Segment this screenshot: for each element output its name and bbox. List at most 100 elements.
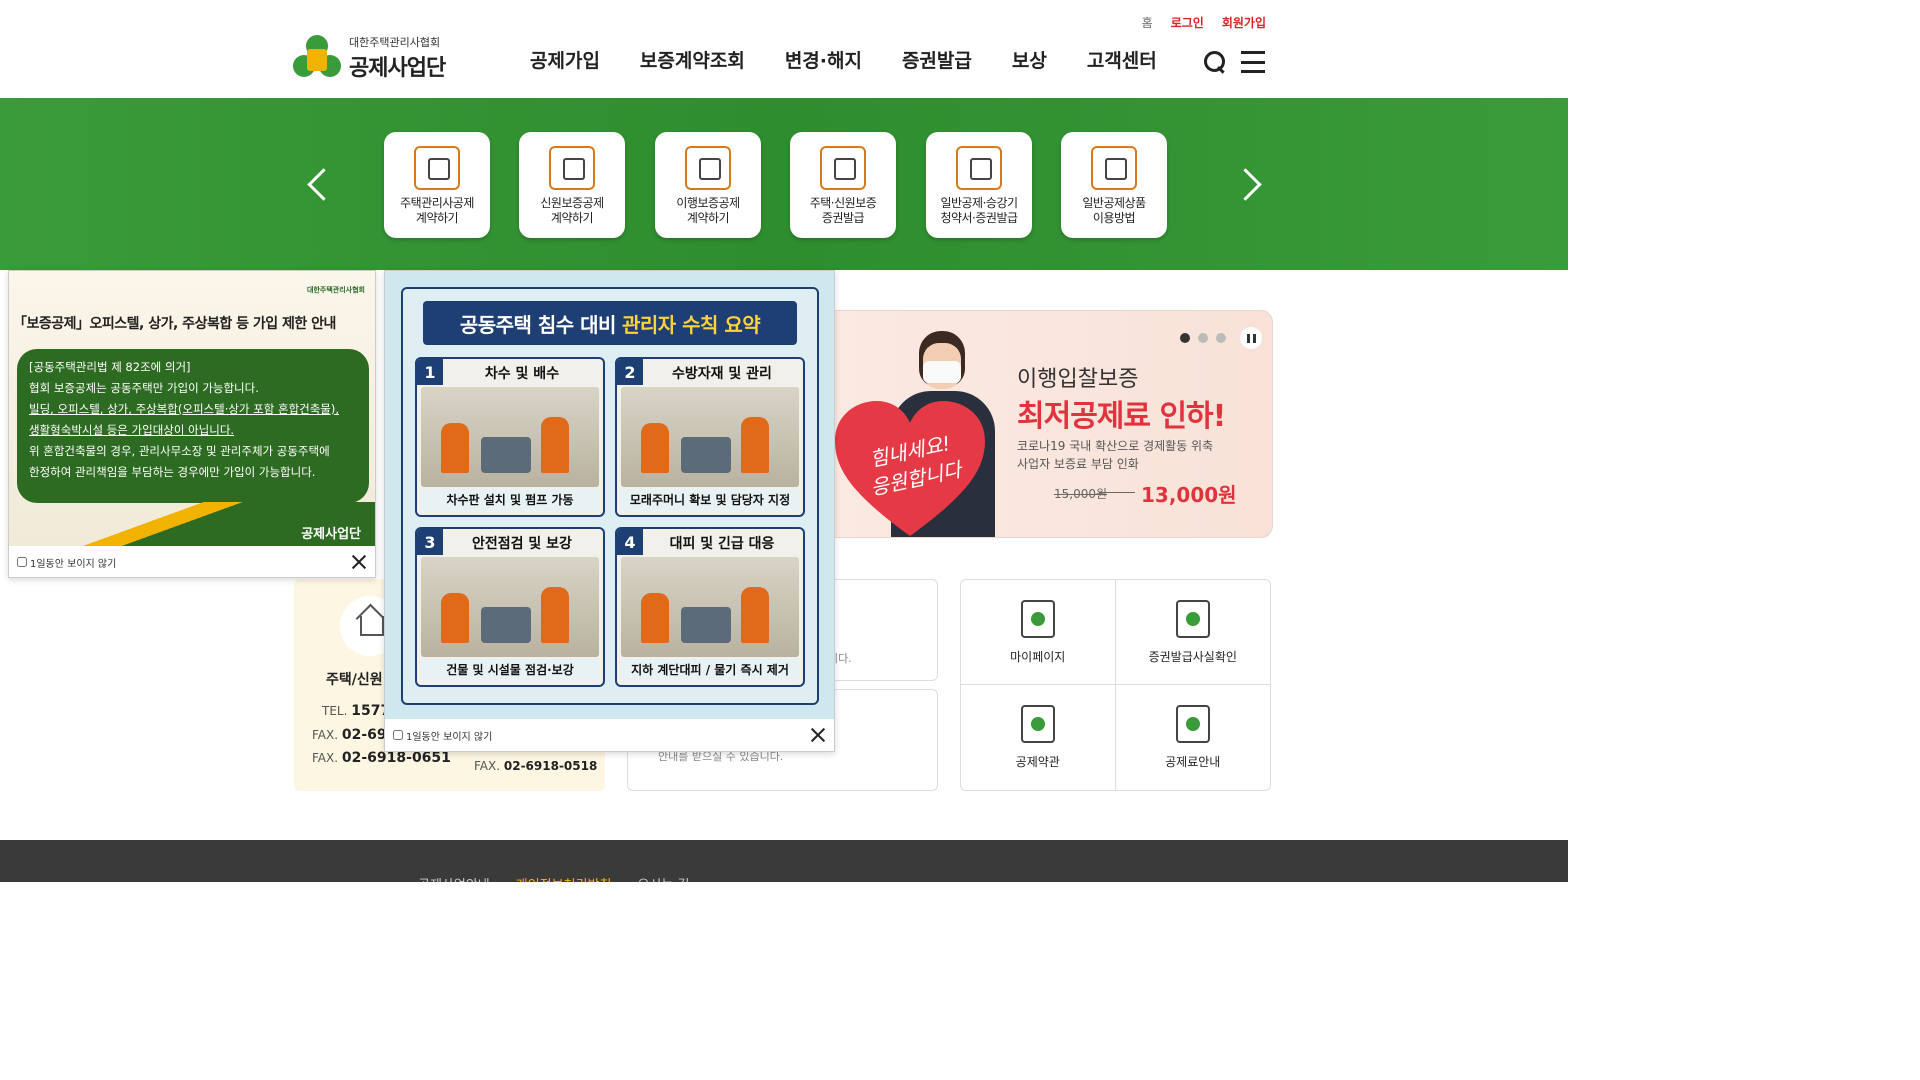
association-logo: 대한주택관리사협회 xyxy=(307,286,365,294)
banner-subtitle: 이행입찰보증 xyxy=(1017,367,1139,392)
hide-today-label: 1일동안 보이지 않기 xyxy=(406,731,493,743)
footer: 공제사업안내 개인정보처리방침 오시는 길 xyxy=(0,840,1568,882)
close-icon[interactable] xyxy=(810,727,826,743)
shortcut-certificate-check[interactable]: 증권발급사실확인 xyxy=(1115,580,1270,685)
panel-title: 수방자재 및 관리 xyxy=(672,366,772,382)
certificate-doc-icon xyxy=(1020,705,1055,743)
nav-item-customer-center[interactable]: 고객센터 xyxy=(1087,46,1157,73)
panel-caption: 모래주머니 확보 및 담당자 지정 xyxy=(621,489,799,511)
chevron-left-icon[interactable] xyxy=(306,167,326,201)
guide-panel: 2 수방자재 및 관리 모래주머니 확보 및 담당자 지정 xyxy=(615,357,805,517)
utility-links: 홈 로그인 회원가입 xyxy=(1142,14,1266,31)
footer-link-privacy[interactable]: 개인정보처리방침 xyxy=(516,874,612,882)
shortcut-fee-guide[interactable]: 공제료안내 xyxy=(1116,685,1271,790)
logo-icon xyxy=(293,35,341,81)
shortcut-label: 공제료안내 xyxy=(1165,755,1221,769)
guide-title: 공동주택 침수 대비 관리자 수칙 요약 xyxy=(423,301,797,345)
notice-popup: 대한주택관리사협회 「보증공제」오피스텔, 상가, 주상복합 등 가입 제한 안… xyxy=(8,270,376,578)
arrow-line xyxy=(1099,492,1135,493)
tel-label: TEL. xyxy=(322,704,348,718)
quick-card-label: 일반공제상품 이용방법 xyxy=(1082,196,1146,225)
promo-banner[interactable]: 힘내세요! 응원합니다 이행입찰보증 최저공제료 인하! 코로나19 국내 확산… xyxy=(820,310,1273,538)
join-link[interactable]: 회원가입 xyxy=(1222,14,1266,31)
menu-icon[interactable] xyxy=(1241,51,1265,73)
panel-title: 안전점검 및 보강 xyxy=(472,536,572,552)
popup-brand: 공제사업단 xyxy=(301,527,361,542)
shortcut-label: 마이페이지 xyxy=(1010,649,1066,664)
notice-popup-image[interactable]: 대한주택관리사협회 「보증공제」오피스텔, 상가, 주상복합 등 가입 제한 안… xyxy=(9,271,375,546)
footer-link[interactable]: 공제사업안내 xyxy=(418,874,490,882)
panel-title: 차수 및 배수 xyxy=(484,366,560,382)
guide-panel: 1 차수 및 배수 차수판 설치 및 펌프 가동 xyxy=(415,357,605,517)
guide-frame: 공동주택 침수 대비 관리자 수칙 요약 1 차수 및 배수 차수판 설치 및 펌… xyxy=(401,287,819,705)
contact-title: 주택/신원 xyxy=(326,672,383,688)
panel-number: 1 xyxy=(417,359,443,385)
chevron-right-icon[interactable] xyxy=(1240,167,1260,201)
home-link[interactable]: 홈 xyxy=(1142,14,1153,31)
house-doc-upload-icon xyxy=(820,146,866,190)
nav-item-change-cancel[interactable]: 변경·해지 xyxy=(785,46,862,73)
doc-search-icon xyxy=(1091,146,1137,190)
panel-number: 2 xyxy=(617,359,643,385)
search-icon[interactable] xyxy=(1203,50,1227,74)
hide-today-checkbox[interactable] xyxy=(17,557,27,567)
quick-card-label: 신원보증공제 계약하기 xyxy=(540,196,604,225)
login-link[interactable]: 로그인 xyxy=(1171,14,1204,31)
nav-item-join[interactable]: 공제가입 xyxy=(530,46,600,73)
slide-indicator xyxy=(1180,327,1262,349)
quick-card-general-elevator[interactable]: 일반공제·승강기 청약서·증권발급 xyxy=(926,132,1032,238)
flood-guide-image[interactable]: 공동주택 침수 대비 관리자 수칙 요약 1 차수 및 배수 차수판 설치 및 펌… xyxy=(385,271,834,719)
flood-guide-popup: 공동주택 침수 대비 관리자 수칙 요약 1 차수 및 배수 차수판 설치 및 펌… xyxy=(384,270,835,752)
header-icons xyxy=(1203,50,1265,74)
popup-line: 위 혼합건축물의 경우, 관리사무소장 및 관리주체가 공동주택에 xyxy=(29,444,330,458)
magnifier-doc-icon xyxy=(1175,599,1210,638)
site-logo[interactable]: 대한주택관리사협회 공제사업단 xyxy=(293,34,446,82)
popup-title: 「보증공제」오피스텔, 상가, 주상복합 등 가입 제한 안내 xyxy=(13,316,336,332)
pause-icon[interactable] xyxy=(1240,327,1262,349)
quick-card-performance[interactable]: 이행보증공제 계약하기 xyxy=(655,132,761,238)
panel-caption: 지하 계단대피 / 물기 즉시 제거 xyxy=(621,659,799,681)
footer-link[interactable]: 오시는 길 xyxy=(637,874,689,882)
nav-item-compensation[interactable]: 보상 xyxy=(1012,46,1047,73)
hand-house-icon xyxy=(414,146,460,190)
shortcut-label: 공제약관 xyxy=(1015,755,1060,769)
popup-body: [공동주택관리법 제 82조에 의거] 협회 보증공제는 공동주택만 가입이 가… xyxy=(17,349,369,503)
quick-card-label: 이행보증공제 계약하기 xyxy=(676,196,740,225)
fax-label: FAX. xyxy=(474,759,501,773)
quick-menu-band xyxy=(0,98,1568,270)
panel-title: 대피 및 긴급 대응 xyxy=(669,536,775,552)
quick-card-certificate[interactable]: 주택·신원보증 증권발급 xyxy=(790,132,896,238)
guide-title-highlight: 관리자 수칙 요약 xyxy=(621,312,761,337)
logo-subtitle: 대한주택관리사협회 xyxy=(349,36,441,49)
slide-dot[interactable] xyxy=(1216,333,1226,343)
panel-illustration xyxy=(421,387,599,487)
popup-line: [공동주택관리법 제 82조에 의거] xyxy=(29,360,191,374)
panel-illustration xyxy=(621,387,799,487)
percent-hand-icon xyxy=(685,146,731,190)
main-nav: 공제가입 보증계약조회 변경·해지 증권발급 보상 고객센터 xyxy=(530,46,1157,73)
guide-title-main: 공동주택 침수 대비 xyxy=(459,312,617,337)
new-price: 13,000원 xyxy=(1141,483,1237,507)
fax-number: 02-6918-0651 xyxy=(341,750,451,766)
popup-controls: 1일동안 보이지 않기 xyxy=(9,546,375,578)
close-icon[interactable] xyxy=(351,554,367,570)
popup-line: 협회 보증공제는 공동주택만 가입이 가능합니다. xyxy=(29,381,259,395)
banner-description: 코로나19 국내 확산으로 경제활동 위축 사업자 보증료 부담 인화 xyxy=(1017,439,1214,471)
nav-item-certificate[interactable]: 증권발급 xyxy=(902,46,972,73)
doc-upload-icon xyxy=(956,146,1002,190)
shortcut-terms[interactable]: 공제약관 xyxy=(961,685,1116,790)
hide-today-option[interactable]: 1일동안 보이지 않기 xyxy=(17,555,116,570)
slide-dot[interactable] xyxy=(1180,333,1190,343)
hide-today-option[interactable]: 1일동안 보이지 않기 xyxy=(393,728,492,743)
quick-card-general-guide[interactable]: 일반공제상품 이용방법 xyxy=(1061,132,1167,238)
quick-card-fidelity[interactable]: 신원보증공제 계약하기 xyxy=(519,132,625,238)
fax-number: 02-6918-0518 xyxy=(503,759,598,773)
contact-fax: FAX. 02-6918-0651 xyxy=(312,750,451,766)
quick-card-housing-manager[interactable]: 주택관리사공제 계약하기 xyxy=(384,132,490,238)
slide-dot[interactable] xyxy=(1198,333,1208,343)
hide-today-checkbox[interactable] xyxy=(393,730,403,740)
popup-line: 생활형숙박시설 등은 가입대상이 아닙니다. xyxy=(29,423,235,437)
nav-item-contract-inquiry[interactable]: 보증계약조회 xyxy=(640,46,745,73)
page: 홈 로그인 회원가입 대한주택관리사협회 공제사업단 공제가입 보증계약조회 변… xyxy=(0,0,1568,882)
shortcut-mypage[interactable]: 마이페이지 xyxy=(961,580,1116,685)
